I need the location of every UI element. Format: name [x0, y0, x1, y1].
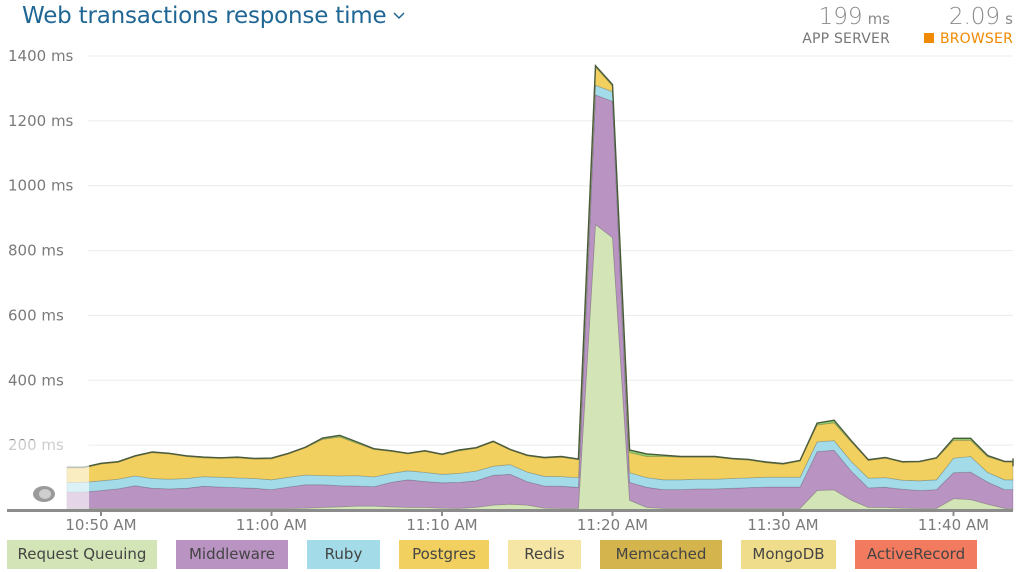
- y-tick-label: 1400 ms: [8, 47, 74, 65]
- area-ruby[interactable]: [66, 84, 1014, 493]
- x-tick-label: 11:10 AM: [406, 516, 477, 534]
- x-axis-labels: 10:50 AM 11:00 AM 11:10 AM 11:20 AM 11:30 AM…: [65, 516, 989, 534]
- legend-item-redis[interactable]: Redis: [508, 540, 581, 569]
- drag-handle-inner: [39, 489, 51, 499]
- y-tick-label: 400 ms: [8, 371, 64, 389]
- y-tick-label: 800 ms: [8, 242, 64, 260]
- x-tick-label: 11:00 AM: [236, 516, 307, 534]
- x-tick-label: 11:40 AM: [918, 516, 989, 534]
- y-axis-labels: 200 ms400 ms600 ms800 ms1000 ms1200 ms14…: [8, 47, 74, 454]
- grid-lines: [88, 55, 1013, 446]
- x-tick-label: 10:50 AM: [65, 516, 136, 534]
- legend-item-middleware[interactable]: Middleware: [176, 540, 288, 569]
- faded-region: [7, 440, 90, 510]
- y-tick-label: 1000 ms: [8, 177, 74, 195]
- legend-item-memcached[interactable]: Memcached: [600, 540, 722, 569]
- area-postgres[interactable]: [66, 66, 1014, 483]
- y-tick-label: 600 ms: [8, 306, 64, 324]
- area-middleware[interactable]: [66, 94, 1014, 509]
- legend-item-request-queuing[interactable]: Request Queuing: [7, 540, 157, 569]
- total-outline: [66, 63, 1014, 468]
- x-tick-label: 11:20 AM: [577, 516, 648, 534]
- area-other[interactable]: [66, 64, 1014, 469]
- x-axis-line: [7, 509, 1013, 512]
- x-tick-label: 11:30 AM: [747, 516, 818, 534]
- response-time-chart: 200 ms400 ms600 ms800 ms1000 ms1200 ms14…: [7, 47, 1014, 534]
- legend-item-ruby[interactable]: Ruby: [307, 540, 380, 569]
- y-tick-label: 1200 ms: [8, 112, 74, 130]
- x-axis: [7, 509, 1013, 516]
- legend-item-mongodb[interactable]: MongoDB: [741, 540, 836, 569]
- legend-item-activerecord[interactable]: ActiveRecord: [855, 540, 977, 569]
- stacked-areas: [66, 63, 1014, 511]
- legend-item-postgres[interactable]: Postgres: [399, 540, 489, 569]
